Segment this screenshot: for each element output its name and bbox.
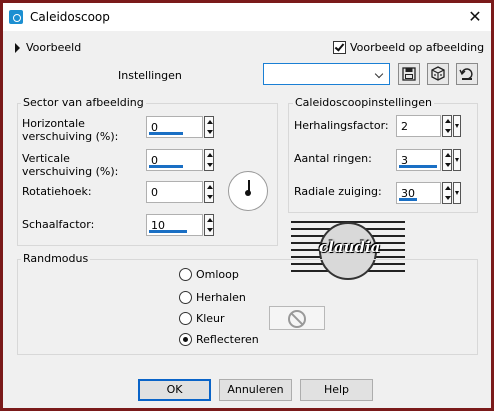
ring-count-input[interactable]: 3 (396, 149, 441, 171)
vertical-offset-label-line1: Verticale (22, 152, 70, 165)
repeat-factor-slider-button[interactable] (453, 115, 461, 137)
ring-count-label: Aantal ringen: (294, 152, 372, 165)
edge-mode-group-title: Randmodus (21, 252, 91, 265)
radio-omloop-label[interactable]: Omloop (196, 268, 239, 281)
floppy-icon (402, 67, 416, 81)
preview-label[interactable]: Voorbeeld (26, 41, 81, 54)
repeat-factor-updown[interactable] (442, 115, 452, 137)
radio-reflecteren-label[interactable]: Reflecteren (196, 333, 259, 346)
horizontal-offset-label-line1: Horizontale (22, 117, 85, 130)
radio-reflecteren[interactable] (179, 333, 192, 346)
radio-kleur-label[interactable]: Kleur (196, 312, 225, 325)
expand-preview-icon[interactable] (15, 43, 20, 53)
settings-label: Instellingen (118, 69, 182, 82)
close-button[interactable]: ✕ (463, 6, 487, 28)
preview-on-image-label[interactable]: Voorbeeld op afbeelding (350, 41, 484, 54)
radial-suction-label: Radiale zuiging: (294, 185, 382, 198)
kaleido-group-title: Caleidoscoopinstellingen (293, 96, 434, 109)
rotation-updown[interactable] (204, 181, 214, 203)
preview-on-image-checkbox[interactable] (333, 41, 346, 54)
repeat-factor-label: Herhalingsfactor: (294, 119, 389, 132)
disabled-icon (288, 310, 306, 328)
horizontal-offset-input[interactable]: 0 (146, 116, 203, 138)
reset-button[interactable] (456, 63, 478, 85)
vertical-offset-label-line2: verschuiving (%): (22, 165, 119, 178)
ring-count-bar (399, 165, 437, 168)
vertical-offset-bar (149, 165, 183, 168)
undo-icon (459, 68, 473, 80)
sector-group-title: Sector van afbeelding (21, 96, 146, 109)
radial-suction-updown[interactable] (442, 182, 452, 204)
scale-factor-label: Schaalfactor: (22, 218, 95, 231)
app-icon (9, 10, 23, 24)
scale-factor-bar (149, 230, 187, 233)
scale-factor-input[interactable]: 10 (146, 214, 203, 236)
radial-suction-bar (399, 198, 417, 201)
dial-center-icon (245, 190, 251, 196)
dice-icon (431, 66, 445, 81)
title-bar: Caleidoscoop ✕ (3, 3, 491, 31)
horizontal-offset-bar (149, 132, 183, 135)
repeat-factor-input[interactable]: 2 (396, 115, 441, 137)
dialog-body: Voorbeeld Voorbeeld op afbeelding Instel… (3, 31, 491, 408)
rotation-dial[interactable] (228, 171, 268, 211)
help-button[interactable]: Help (300, 379, 373, 401)
ok-button[interactable]: OK (138, 379, 211, 401)
cancel-button[interactable]: Annuleren (219, 379, 292, 401)
vertical-offset-label: Verticale verschuiving (%): (22, 152, 118, 178)
randomize-button[interactable] (427, 63, 449, 85)
horizontal-offset-label-line2: verschuiving (%): (22, 130, 119, 143)
repeat-factor-value: 2 (401, 120, 408, 133)
ring-count-updown[interactable] (442, 149, 452, 171)
chevron-down-icon[interactable] (373, 66, 387, 82)
checkmark-icon (334, 41, 345, 52)
watermark-text: claudia (319, 238, 381, 256)
window-title: Caleidoscoop (30, 10, 110, 24)
horizontal-offset-label: Horizontale verschuiving (%): (22, 117, 118, 143)
radio-herhalen[interactable] (179, 291, 192, 304)
horizontal-offset-updown[interactable] (204, 116, 214, 138)
radio-herhalen-label[interactable]: Herhalen (196, 291, 246, 304)
rotation-label: Rotatiehoek: (22, 185, 92, 198)
scale-factor-updown[interactable] (204, 214, 214, 236)
radial-suction-slider-button[interactable] (453, 182, 461, 204)
ring-count-slider-button[interactable] (453, 149, 461, 171)
radial-suction-input[interactable]: 30 (396, 182, 441, 204)
dialog-frame: Caleidoscoop ✕ Voorbeeld Voorbeeld op af… (0, 0, 494, 411)
color-swatch[interactable] (269, 306, 325, 330)
vertical-offset-updown[interactable] (204, 149, 214, 171)
vertical-offset-input[interactable]: 0 (146, 149, 203, 171)
rotation-input[interactable]: 0 (146, 181, 203, 203)
radio-kleur[interactable] (179, 312, 192, 325)
save-preset-button[interactable] (398, 63, 420, 85)
settings-dropdown[interactable] (263, 63, 390, 85)
rotation-value: 0 (151, 186, 158, 199)
radio-omloop[interactable] (179, 268, 192, 281)
